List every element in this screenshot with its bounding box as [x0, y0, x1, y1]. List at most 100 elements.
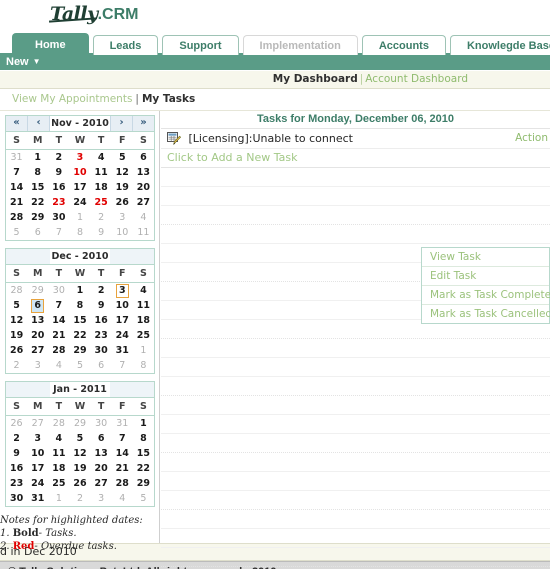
- action-menu-item[interactable]: View Task: [422, 248, 549, 267]
- calendar-day-cell[interactable]: 9: [91, 225, 112, 240]
- calendar-day-cell[interactable]: 5: [6, 225, 27, 240]
- calendar-day-cell[interactable]: 27: [27, 416, 48, 432]
- calendar-day-cell[interactable]: 6: [133, 150, 154, 166]
- calendar-day-cell[interactable]: 20: [133, 180, 154, 195]
- calendar-day-cell[interactable]: 30: [48, 210, 69, 225]
- calendar-day-cell[interactable]: 17: [69, 180, 90, 195]
- my-tasks-link[interactable]: My Tasks: [142, 93, 195, 105]
- tab-knowlegde-base[interactable]: Knowlegde Base: [449, 35, 550, 55]
- calendar-day-cell[interactable]: 30: [6, 491, 27, 506]
- calendar-day-cell[interactable]: 30: [91, 343, 112, 358]
- calendar-day-cell[interactable]: 10: [112, 225, 133, 240]
- calendar-day-cell[interactable]: 31: [6, 150, 27, 166]
- calendar-day-cell[interactable]: 29: [27, 283, 48, 299]
- calendar-day-cell[interactable]: 7: [48, 298, 69, 313]
- calendar-day-cell[interactable]: 4: [91, 150, 112, 166]
- calendar-day-cell[interactable]: 9: [6, 446, 27, 461]
- my-dashboard-link[interactable]: My Dashboard: [273, 73, 358, 85]
- calendar-day-cell[interactable]: 27: [91, 476, 112, 491]
- calendar-day-cell[interactable]: 31: [112, 343, 133, 358]
- calendar-day-cell[interactable]: 3: [112, 210, 133, 225]
- calendar-day-cell[interactable]: 4: [133, 210, 154, 225]
- calendar-day-cell[interactable]: 11: [91, 165, 112, 180]
- calendar-day-cell[interactable]: 30: [91, 416, 112, 432]
- tab-home[interactable]: Home: [12, 33, 89, 55]
- calendar-day-cell[interactable]: 2: [91, 283, 112, 299]
- calendar-day-cell[interactable]: 4: [48, 358, 69, 373]
- calendar-day-cell[interactable]: 18: [48, 461, 69, 476]
- calendar-day-cell[interactable]: 2: [69, 491, 90, 506]
- calendar-day-cell[interactable]: 16: [48, 180, 69, 195]
- calendar-day-cell[interactable]: 5: [69, 358, 90, 373]
- calendar-day-cell[interactable]: 29: [133, 476, 154, 491]
- action-menu-item[interactable]: Mark as Task Cancelled: [422, 305, 550, 323]
- calendar-day-cell[interactable]: 7: [112, 431, 133, 446]
- calendar-day-cell[interactable]: 7: [48, 225, 69, 240]
- calendar-day-cell[interactable]: 4: [112, 491, 133, 506]
- calendar-day-cell[interactable]: 12: [112, 165, 133, 180]
- calendar-day-cell[interactable]: 29: [69, 416, 90, 432]
- calendar-day-cell[interactable]: 12: [6, 313, 27, 328]
- calendar-day-cell[interactable]: 4: [48, 431, 69, 446]
- calendar-prev-icon[interactable]: ‹: [28, 116, 50, 131]
- calendar-day-cell[interactable]: 29: [69, 343, 90, 358]
- calendar-day-cell[interactable]: 22: [69, 328, 90, 343]
- calendar-day-cell[interactable]: 8: [133, 431, 154, 446]
- calendar-day-cell[interactable]: 26: [6, 343, 27, 358]
- calendar-day-cell[interactable]: 12: [69, 446, 90, 461]
- calendar-day-cell[interactable]: 27: [133, 195, 154, 210]
- add-task-row[interactable]: Click to Add a New Task: [161, 149, 550, 168]
- tab-accounts[interactable]: Accounts: [361, 35, 446, 55]
- calendar-day-cell[interactable]: 15: [69, 313, 90, 328]
- add-new-task-link[interactable]: Click to Add a New Task: [167, 151, 298, 164]
- calendar-day-cell[interactable]: 28: [112, 476, 133, 491]
- calendar-day-cell[interactable]: 18: [133, 313, 154, 328]
- calendar-day-cell[interactable]: 26: [6, 416, 27, 432]
- calendar-day-cell[interactable]: 16: [6, 461, 27, 476]
- calendar-day-cell[interactable]: 1: [48, 491, 69, 506]
- calendar-day-cell[interactable]: 21: [48, 328, 69, 343]
- calendar-day-cell[interactable]: 24: [69, 195, 90, 210]
- calendar-day-cell[interactable]: 26: [112, 195, 133, 210]
- calendar-day-cell[interactable]: 1: [27, 150, 48, 166]
- calendar-day-cell[interactable]: 16: [91, 313, 112, 328]
- calendar-day-cell[interactable]: 23: [91, 328, 112, 343]
- calendar-day-cell[interactable]: 5: [112, 150, 133, 166]
- calendar-day-cell[interactable]: 17: [112, 313, 133, 328]
- calendar-day-cell[interactable]: 13: [27, 313, 48, 328]
- table-row[interactable]: [Licensing]:Unable to connect Action: [161, 129, 550, 149]
- calendar-day-cell[interactable]: 6: [27, 225, 48, 240]
- calendar-day-cell[interactable]: 23: [6, 476, 27, 491]
- calendar-day-cell[interactable]: 3: [27, 358, 48, 373]
- calendar-day-cell[interactable]: 8: [27, 165, 48, 180]
- calendar-day-cell[interactable]: 24: [112, 328, 133, 343]
- calendar-day-cell[interactable]: 11: [133, 298, 154, 313]
- calendar-day-cell[interactable]: 5: [133, 491, 154, 506]
- calendar-day-cell[interactable]: 11: [133, 225, 154, 240]
- calendar-day-cell[interactable]: 10: [112, 298, 133, 313]
- calendar-day-cell[interactable]: 31: [27, 491, 48, 506]
- tab-support[interactable]: Support: [162, 35, 239, 55]
- action-menu-item[interactable]: Mark as Task Completed: [422, 286, 550, 305]
- calendar-day-cell[interactable]: 10: [27, 446, 48, 461]
- task-action-link[interactable]: Action: [515, 129, 548, 148]
- calendar-day-cell[interactable]: 24: [27, 476, 48, 491]
- calendar-day-cell[interactable]: 19: [6, 328, 27, 343]
- calendar-day-cell[interactable]: 30: [48, 283, 69, 299]
- calendar-day-cell[interactable]: 3: [112, 283, 133, 299]
- calendar-first-icon[interactable]: «: [6, 116, 28, 131]
- view-my-appointments-link[interactable]: View My Appointments: [12, 93, 132, 105]
- calendar-day-cell[interactable]: 13: [91, 446, 112, 461]
- calendar-day-cell[interactable]: 14: [6, 180, 27, 195]
- calendar-day-cell[interactable]: 7: [112, 358, 133, 373]
- calendar-day-cell[interactable]: 4: [133, 283, 154, 299]
- calendar-day-cell[interactable]: 5: [69, 431, 90, 446]
- calendar-day-cell[interactable]: 27: [27, 343, 48, 358]
- calendar-day-cell[interactable]: 29: [27, 210, 48, 225]
- calendar-day-cell[interactable]: 2: [6, 431, 27, 446]
- calendar-day-cell[interactable]: 19: [69, 461, 90, 476]
- calendar-day-cell[interactable]: 8: [69, 225, 90, 240]
- calendar-day-cell[interactable]: 3: [91, 491, 112, 506]
- calendar-day-cell[interactable]: 1: [69, 283, 90, 299]
- calendar-day-cell[interactable]: 2: [48, 150, 69, 166]
